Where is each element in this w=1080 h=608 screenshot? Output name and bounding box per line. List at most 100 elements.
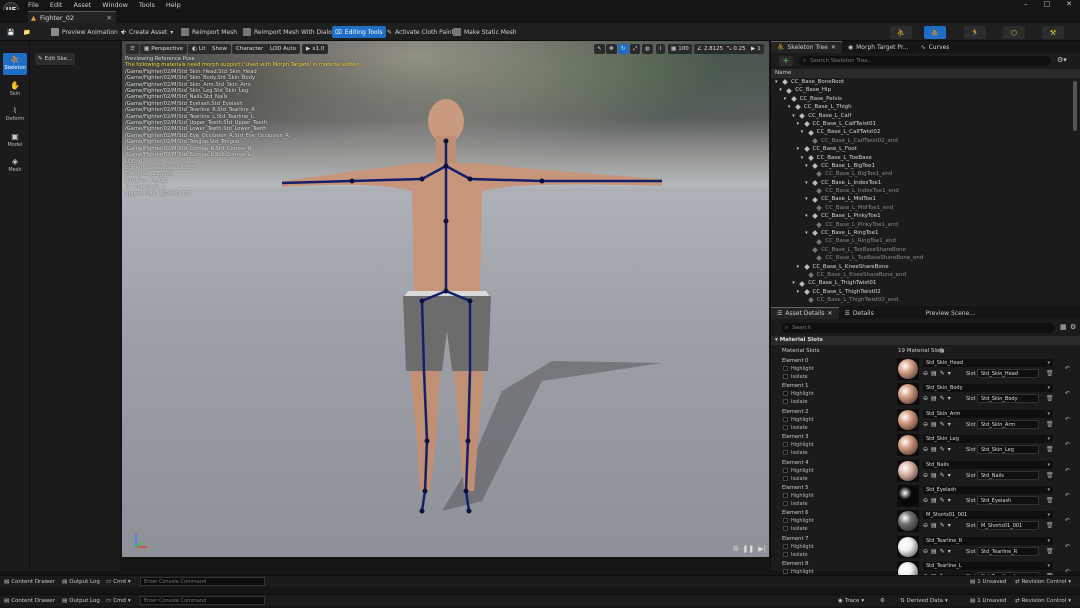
bone-row[interactable]: ▾ CC_Base_L_Thigh xyxy=(771,103,1071,111)
material-slots-section[interactable]: ▾ Material Slots xyxy=(771,336,1080,345)
slot-name-input[interactable]: Std_Skin_Head xyxy=(977,369,1039,378)
tab-close-icon[interactable]: ✕ xyxy=(831,44,836,51)
chevron-down-icon[interactable]: ▾ xyxy=(805,179,809,187)
bone-row[interactable]: ▾ CC_Base_L_IndexToe1 xyxy=(771,179,1071,187)
slot-name-input[interactable]: Std_Skin_Body xyxy=(977,394,1039,404)
delete-slot-icon[interactable]: 🗑 xyxy=(1046,395,1054,402)
select-mode-button[interactable]: ↖ xyxy=(594,44,605,54)
edit-skeleton-button[interactable]: ✎ Edit Ske... xyxy=(35,53,75,65)
bone-row[interactable]: CC_Base_L_ToeBaseShareBone_end xyxy=(771,254,1071,262)
slot-name-input[interactable]: M_Shorts01_001 xyxy=(977,521,1039,531)
isolate-checkbox[interactable] xyxy=(783,374,788,379)
chevron-down-icon[interactable]: ▾ xyxy=(948,548,951,555)
tab-asset-details[interactable]: ☰ Asset Details ✕ xyxy=(771,307,839,319)
delete-slot-icon[interactable]: 🗑 xyxy=(1046,548,1054,555)
bone-row[interactable]: ▾ CC_Base_Hip xyxy=(771,86,1071,94)
material-dropdown[interactable]: Std_Skin_Arm xyxy=(923,409,1053,418)
rotation-snap-button[interactable]: ∠ 2.8125 xyxy=(694,44,727,54)
menu-edit[interactable]: Edit xyxy=(50,1,63,9)
browse-folder-icon[interactable]: ▤ xyxy=(931,370,937,377)
menu-help[interactable]: Help xyxy=(166,1,181,9)
reset-icon[interactable]: ↶ xyxy=(1065,467,1070,474)
delete-slot-icon[interactable]: 🗑 xyxy=(1046,497,1054,504)
highlight-checkbox[interactable] xyxy=(783,518,788,524)
browse-folder-icon[interactable]: ▤ xyxy=(931,497,937,504)
tab-curves[interactable]: ∿ Curves xyxy=(915,41,956,53)
viewport-options-button[interactable]: ☰ xyxy=(126,44,139,54)
chevron-down-icon[interactable]: ▾ xyxy=(948,446,951,453)
unsaved-indicator[interactable]: ▤ 1 Unsaved xyxy=(970,577,1006,587)
content-drawer-button[interactable]: ▤ Content Drawer xyxy=(4,577,55,587)
chevron-down-icon[interactable]: ▾ xyxy=(805,195,809,203)
highlight-checkbox[interactable] xyxy=(783,543,788,549)
slot-name-input[interactable]: Std_Skin_Leg xyxy=(977,445,1039,455)
bone-row[interactable]: ▾ CC_Base_L_PinkyToe1 xyxy=(771,212,1071,220)
slot-name-input[interactable]: Std_Tearline_R xyxy=(977,546,1039,556)
material-thumbnail[interactable] xyxy=(897,485,919,507)
use-selected-icon[interactable]: ⊖ xyxy=(923,421,928,428)
next-frame-icon[interactable]: ▶| xyxy=(758,545,766,554)
reimport-mesh-button[interactable]: Reimport Mesh xyxy=(178,26,240,38)
edit-material-icon[interactable]: ✎ xyxy=(940,548,945,555)
chevron-down-icon[interactable]: ▾ xyxy=(784,95,788,103)
bone-row[interactable]: ▾ CC_Base_L_BigToe1 xyxy=(771,162,1071,170)
activate-cloth-paint-button[interactable]: ✎ Activate Cloth Paint xyxy=(384,26,457,38)
use-selected-icon[interactable]: ⊖ xyxy=(923,395,928,402)
highlight-checkbox[interactable] xyxy=(783,366,788,371)
chevron-down-icon[interactable]: ▾ xyxy=(788,103,792,111)
reset-icon[interactable]: ↶ xyxy=(1065,365,1070,372)
save-button[interactable]: 💾 xyxy=(4,26,17,38)
highlight-checkbox[interactable] xyxy=(783,493,788,498)
browse-folder-icon[interactable]: ▤ xyxy=(931,522,937,529)
edit-material-icon[interactable]: ✎ xyxy=(940,472,945,479)
chevron-down-icon[interactable]: ▾ xyxy=(948,522,951,529)
scale-button[interactable]: ⤢ xyxy=(630,44,641,54)
browse-folder-icon[interactable]: ▤ xyxy=(931,548,937,555)
chevron-down-icon[interactable]: ▾ xyxy=(805,162,809,170)
bone-row[interactable]: ▾ CC_Base_L_ThighTwist02 xyxy=(771,288,1071,296)
unsaved-indicator[interactable]: ▤ 1 Unsaved xyxy=(970,596,1006,606)
use-selected-icon[interactable]: ⊖ xyxy=(923,497,928,504)
chevron-down-icon[interactable]: ▾ xyxy=(801,128,805,136)
slot-name-input[interactable]: Std_Eyelash xyxy=(977,496,1039,505)
delete-slot-icon[interactable]: 🗑 xyxy=(1046,370,1054,377)
browse-folder-icon[interactable]: ▤ xyxy=(931,446,937,453)
make-static-mesh-button[interactable]: Make Static Mesh xyxy=(450,26,520,38)
settings-gear-icon[interactable]: ⚙ xyxy=(880,596,885,606)
bone-row[interactable]: ▾ CC_Base_L_CalfTwist02 xyxy=(771,128,1071,136)
menu-asset[interactable]: Asset xyxy=(73,1,91,9)
tree-scrollbar[interactable] xyxy=(1073,81,1077,131)
table-view-icon[interactable]: ▦ xyxy=(1060,323,1067,331)
rail-skeleton[interactable]: ⛹ Skeleton xyxy=(3,53,27,75)
console-input[interactable]: Enter Console Command xyxy=(140,577,265,586)
lit-button[interactable]: ◐ Lit xyxy=(188,44,210,54)
isolate-checkbox[interactable] xyxy=(783,450,788,456)
isolate-checkbox[interactable] xyxy=(783,399,788,405)
browse-folder-icon[interactable]: ▤ xyxy=(931,421,937,428)
delete-slot-icon[interactable]: 🗑 xyxy=(1046,522,1054,529)
tab-details[interactable]: ☰ Details xyxy=(839,307,880,319)
chevron-down-icon[interactable]: ▾ xyxy=(805,229,809,237)
tab-close-icon[interactable]: ✕ xyxy=(828,310,833,317)
material-dropdown[interactable]: Std_Skin_Head xyxy=(923,359,1053,367)
cmd-button[interactable]: ▭ Cmd ▾ xyxy=(106,577,131,587)
create-asset-button[interactable]: ✣ Create Asset ▾ xyxy=(118,26,176,38)
add-slot-icon[interactable]: ⊕ xyxy=(939,347,945,355)
chevron-down-icon[interactable]: ▾ xyxy=(801,154,805,162)
material-thumbnail[interactable] xyxy=(897,535,919,558)
animation-mode-button[interactable]: 🏃 xyxy=(964,26,986,39)
console-input[interactable]: Enter Console Command xyxy=(140,596,265,605)
slot-name-input[interactable]: Std_Nails xyxy=(977,470,1039,480)
highlight-checkbox[interactable] xyxy=(783,569,788,575)
rail-skin[interactable]: ✋ Skin xyxy=(3,79,27,101)
slot-name-input[interactable]: Std_Skin_Arm xyxy=(977,419,1039,429)
rail-mesh[interactable]: ◈ Mesh xyxy=(3,155,27,177)
chevron-down-icon[interactable]: ▾ xyxy=(797,263,801,271)
tab-fighter-02[interactable]: ▲ Fighter_02 ✕ xyxy=(28,11,116,23)
edit-material-icon[interactable]: ✎ xyxy=(940,370,945,377)
rail-model[interactable]: ▣ Model xyxy=(3,130,27,152)
grid-snap-button[interactable]: ▦ 100 xyxy=(668,44,692,54)
tab-close-icon[interactable]: ✕ xyxy=(107,14,112,22)
highlight-checkbox[interactable] xyxy=(783,391,788,397)
chevron-down-icon[interactable]: ▾ xyxy=(948,421,951,428)
